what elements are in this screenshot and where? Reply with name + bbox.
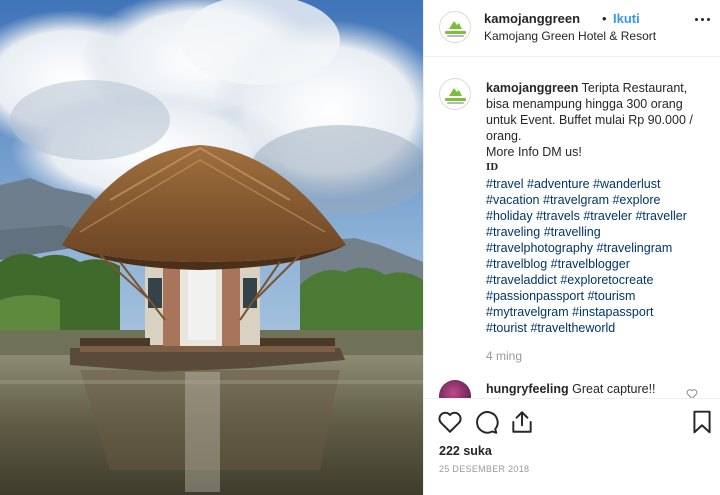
hashtag-link[interactable]: #mytravelgram [486, 305, 569, 319]
comment-username[interactable]: hungryfeeling [486, 382, 569, 396]
hashtag-link[interactable]: #traveladdict [486, 273, 557, 287]
hashtag-link[interactable]: #holiday [486, 209, 533, 223]
hashtag-link[interactable]: #exploretocreate [560, 273, 653, 287]
hashtag-link[interactable]: #adventure [527, 177, 590, 191]
hashtag-list: #travel #adventure #wanderlust #vacation … [486, 176, 708, 336]
post-date[interactable]: 25 DESEMBER 2018 [439, 464, 529, 474]
hashtag-line: #mytravelgram #instapassport [486, 304, 708, 320]
hashtag-link[interactable]: #travelblogger [551, 257, 630, 271]
caption-line: untuk Event. Buffet mulai Rp 90.000 / [486, 113, 693, 127]
hashtag-link[interactable]: #travelling [544, 225, 601, 239]
resort-restaurant-photo [0, 0, 423, 495]
hashtag-line: #traveling #travelling [486, 224, 708, 240]
hashtag-link[interactable]: #travelgram [543, 193, 609, 207]
post-time-ago[interactable]: 4 ming [486, 349, 522, 363]
hashtag-link[interactable]: #travelblog [486, 257, 547, 271]
hashtag-line: #passionpassport #tourism [486, 288, 708, 304]
more-options-icon[interactable] [693, 10, 713, 30]
brand-logo-bar [445, 31, 466, 34]
bookmark-icon[interactable] [689, 409, 715, 435]
hashtag-link[interactable]: #travel [486, 177, 524, 191]
hashtag-link[interactable]: #travelingram [597, 241, 673, 255]
hashtag-line: #travel #adventure #wanderlust [486, 176, 708, 192]
brand-logo-subbar [447, 102, 464, 104]
caption-line: More Info DM us! [486, 145, 582, 159]
comment-icon[interactable] [473, 409, 499, 435]
likes-count[interactable]: 222 suka [439, 444, 492, 458]
separator-dot: • [602, 11, 607, 26]
hashtag-link[interactable]: #traveltheworld [530, 321, 615, 335]
hashtag-link[interactable]: #vacation [486, 193, 540, 207]
hashtag-link[interactable]: #travelphotography [486, 241, 593, 255]
comment-heart-icon[interactable] [686, 388, 698, 398]
caption-id-tag: ID [486, 163, 499, 173]
brand-logo-icon [449, 21, 462, 29]
caption-line: Teripta Restaurant, [581, 81, 688, 95]
heart-icon[interactable] [437, 409, 463, 435]
share-icon[interactable] [509, 409, 535, 435]
hashtag-line: #travelblog #travelblogger [486, 256, 708, 272]
post-header: kamojanggreen • Ikuti Kamojang Green Hot… [424, 0, 720, 57]
brand-logo-bar [445, 98, 466, 101]
commenter-avatar[interactable] [439, 380, 471, 398]
hashtag-link[interactable]: #tourism [587, 289, 635, 303]
hashtag-link[interactable]: #traveler [583, 209, 632, 223]
post-location[interactable]: Kamojang Green Hotel & Resort [484, 29, 656, 43]
comment: hungryfeeling Great capture!! [486, 382, 656, 396]
brand-logo-icon [449, 88, 462, 96]
hashtag-link[interactable]: #traveller [635, 209, 686, 223]
caption-username[interactable]: kamojanggreen [486, 81, 578, 95]
hashtag-link[interactable]: #tourist [486, 321, 527, 335]
post-caption: kamojanggreen Teripta Restaurant, bisa m… [486, 80, 708, 336]
avatar[interactable] [439, 11, 471, 43]
hashtag-link[interactable]: #instapassport [572, 305, 653, 319]
brand-logo-subbar [447, 35, 464, 37]
caption-line: orang. [486, 129, 522, 143]
post-username[interactable]: kamojanggreen [484, 11, 580, 26]
hashtag-link[interactable]: #travels [536, 209, 580, 223]
post-actions: 222 suka 25 DESEMBER 2018 [424, 398, 720, 495]
hashtag-link[interactable]: #traveling [486, 225, 540, 239]
hashtag-line: #travelphotography #travelingram [486, 240, 708, 256]
post-photo[interactable] [0, 0, 423, 495]
comment-text: Great capture!! [572, 382, 656, 396]
caption-avatar[interactable] [439, 78, 471, 110]
hashtag-line: #tourist #traveltheworld [486, 320, 708, 336]
caption-line: bisa menampung hingga 300 orang [486, 97, 683, 111]
hashtag-line: #holiday #travels #traveler #traveller [486, 208, 708, 224]
hashtag-link[interactable]: #wanderlust [593, 177, 660, 191]
hashtag-link[interactable]: #passionpassport [486, 289, 584, 303]
comments-area: kamojanggreen Teripta Restaurant, bisa m… [424, 58, 720, 398]
hashtag-line: #vacation #travelgram #explore [486, 192, 708, 208]
hashtag-line: #traveladdict #exploretocreate [486, 272, 708, 288]
follow-button[interactable]: Ikuti [613, 11, 640, 26]
hashtag-link[interactable]: #explore [612, 193, 660, 207]
post-side-panel: kamojanggreen • Ikuti Kamojang Green Hot… [423, 0, 720, 495]
